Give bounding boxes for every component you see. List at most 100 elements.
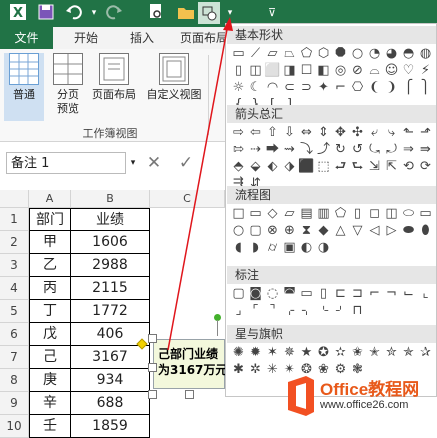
page-layout-view-button[interactable]: 页面布局 (88, 53, 140, 102)
cell-performance[interactable]: 688 (71, 392, 150, 415)
shape-option-icon[interactable]: ▢ (230, 285, 247, 302)
shape-option-icon[interactable]: ⊘ (349, 62, 366, 79)
shape-option-icon[interactable]: ◓ (400, 45, 417, 62)
cell-department[interactable]: 部门 (29, 208, 71, 231)
shape-option-icon[interactable]: ⇨ (230, 124, 247, 141)
shape-option-icon[interactable]: ○ (349, 45, 366, 62)
shape-option-icon[interactable]: □ (230, 205, 247, 222)
shape-option-icon[interactable]: ⧗ (298, 222, 315, 239)
shape-option-icon[interactable]: ⊏ (332, 285, 349, 302)
cell-performance[interactable]: 1772 (71, 300, 150, 323)
normal-view-button[interactable]: 普通 (4, 53, 44, 121)
shape-option-icon[interactable]: ✥ (332, 124, 349, 141)
row-header[interactable]: 6 (0, 323, 29, 346)
row-header[interactable]: 10 (0, 415, 29, 438)
shape-option-icon[interactable]: △ (332, 222, 349, 239)
shape-option-icon[interactable]: ⌓ (366, 62, 383, 79)
shape-option-icon[interactable]: ⌝ (264, 302, 281, 319)
shape-option-icon[interactable]: ◑ (315, 239, 332, 256)
cell-department[interactable]: 己 (29, 346, 71, 369)
cell-performance[interactable]: 1859 (71, 415, 150, 438)
resize-handle-sw[interactable] (148, 390, 157, 399)
shape-option-icon[interactable]: ✮ (383, 344, 400, 361)
cancel-button[interactable]: ✕ (142, 152, 166, 174)
shape-option-icon[interactable]: ⌟ (230, 302, 247, 319)
shape-option-icon[interactable]: ▯ (315, 285, 332, 302)
shape-option-icon[interactable]: ◖ (230, 239, 247, 256)
cell-performance[interactable]: 1606 (71, 231, 150, 254)
cell-performance[interactable]: 934 (71, 369, 150, 392)
shape-option-icon[interactable]: ⬠ (332, 205, 349, 222)
shape-option-icon[interactable]: ⤶ (366, 124, 383, 141)
shape-option-icon[interactable]: ⊂ (281, 79, 298, 96)
shape-option-icon[interactable]: ◧ (315, 62, 332, 79)
select-all-corner[interactable] (0, 190, 29, 208)
resize-handle-w[interactable] (148, 363, 157, 372)
shape-option-icon[interactable]: ○ (230, 222, 247, 239)
shapes-dropdown-icon[interactable]: ▾ (220, 3, 240, 23)
shape-option-icon[interactable]: ⌭ (264, 239, 281, 256)
shape-option-icon[interactable]: ⇕ (315, 124, 332, 141)
shape-option-icon[interactable]: ⬗ (281, 158, 298, 175)
shape-option-icon[interactable]: ⌍ (298, 302, 315, 319)
shape-option-icon[interactable]: ⇦ (247, 124, 264, 141)
shape-option-icon[interactable]: ⇛ (417, 141, 434, 158)
shape-option-icon[interactable]: ✪ (315, 344, 332, 361)
shape-option-icon[interactable]: ▽ (349, 222, 366, 239)
shape-option-icon[interactable]: ◨ (281, 62, 298, 79)
shape-option-icon[interactable]: ✵ (281, 344, 298, 361)
shape-option-icon[interactable]: ⇢ (247, 141, 264, 158)
tab-home[interactable]: 开始 (74, 27, 98, 49)
shape-option-icon[interactable]: ▭ (247, 205, 264, 222)
shape-option-icon[interactable]: ◙ (247, 285, 264, 302)
shape-option-icon[interactable]: ⤷ (383, 124, 400, 141)
shape-option-icon[interactable]: ⟳ (417, 158, 434, 175)
shape-option-icon[interactable]: ✶ (264, 344, 281, 361)
shape-option-icon[interactable]: ⎧ (400, 79, 417, 96)
undo-icon[interactable] (64, 3, 84, 23)
shape-option-icon[interactable]: ⬑ (400, 124, 417, 141)
shape-option-icon[interactable]: ▯ (349, 205, 366, 222)
shape-option-icon[interactable]: ☐ (298, 62, 315, 79)
redo-icon[interactable] (104, 3, 124, 23)
shape-option-icon[interactable]: ▱ (264, 45, 281, 62)
shape-option-icon[interactable]: ⎫ (417, 79, 434, 96)
shape-option-icon[interactable]: ⬏ (417, 124, 434, 141)
shape-option-icon[interactable]: ◐ (298, 239, 315, 256)
shape-option-icon[interactable]: ✦ (315, 79, 332, 96)
row-header[interactable]: 9 (0, 392, 29, 415)
shape-option-icon[interactable]: ⯃ (332, 45, 349, 62)
shape-option-icon[interactable]: ⌐ (332, 79, 349, 96)
confirm-button[interactable]: ✓ (174, 152, 198, 174)
shape-option-icon[interactable]: ↺ (349, 141, 366, 158)
shape-option-icon[interactable]: ⤴ (315, 141, 332, 158)
page-break-preview-button[interactable]: 分页 预览 (48, 53, 88, 116)
row-header[interactable]: 7 (0, 346, 29, 369)
cell-performance[interactable]: 3167 (71, 346, 150, 369)
shape-option-icon[interactable]: ▯ (230, 62, 247, 79)
shape-option-icon[interactable]: ⇱ (383, 158, 400, 175)
shape-option-icon[interactable]: ⌎ (315, 302, 332, 319)
row-header[interactable]: 8 (0, 369, 29, 392)
name-box[interactable]: 备注 1 (6, 152, 126, 174)
cell-performance[interactable]: 业绩 (71, 208, 150, 231)
shape-option-icon[interactable]: ⌌ (281, 302, 298, 319)
shape-option-icon[interactable]: ✰ (417, 344, 434, 361)
custom-views-button[interactable]: 自定义视图 (142, 53, 206, 102)
shape-option-icon[interactable]: ♡ (400, 62, 417, 79)
resize-handle-nw[interactable] (148, 334, 157, 343)
shape-option-icon[interactable]: ⌐ (366, 285, 383, 302)
shape-option-icon[interactable]: ✣ (349, 124, 366, 141)
shape-option-icon[interactable]: ⟋ (247, 45, 264, 62)
cell-department[interactable]: 戊 (29, 323, 71, 346)
name-box-dropdown-icon[interactable]: ▾ (127, 152, 139, 174)
shape-option-icon[interactable]: ◚ (281, 285, 298, 302)
cell-department[interactable]: 乙 (29, 254, 71, 277)
shape-option-icon[interactable]: ✹ (247, 344, 264, 361)
shape-option-icon[interactable]: ⌞ (417, 285, 434, 302)
shape-option-icon[interactable]: ▭ (230, 45, 247, 62)
cell-performance[interactable]: 2988 (71, 254, 150, 277)
row-header[interactable]: 3 (0, 254, 29, 277)
shape-option-icon[interactable]: ⮑ (349, 158, 366, 175)
shape-option-icon[interactable]: ⤿ (366, 141, 383, 158)
